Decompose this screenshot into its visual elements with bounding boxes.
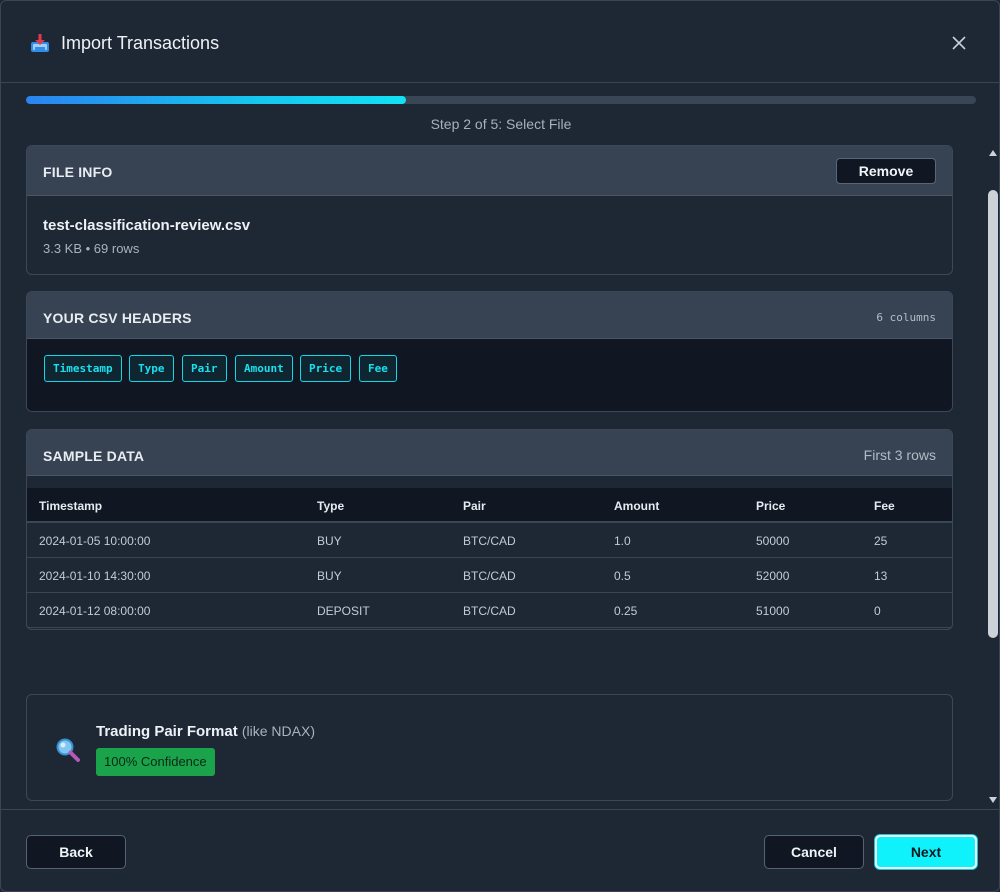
column-header: Amount <box>614 499 660 513</box>
back-button[interactable]: Back <box>26 835 126 869</box>
scroll-up-arrow-icon[interactable] <box>988 149 998 157</box>
column-header: Timestamp <box>39 499 103 513</box>
cancel-button[interactable]: Cancel <box>764 835 864 869</box>
table-cell: BTC/CAD <box>463 534 516 548</box>
step-label: Step 2 of 5: Select File <box>430 116 572 132</box>
remove-file-button[interactable]: Remove <box>836 158 936 184</box>
format-title: Trading Pair Format (like NDAX) <box>96 723 315 740</box>
table-cell: DEPOSIT <box>317 604 370 618</box>
table-cell: 0.25 <box>614 604 638 618</box>
next-button[interactable]: Next <box>875 835 977 869</box>
table-cell: 52000 <box>756 569 790 583</box>
header-chip: Type <box>129 355 174 382</box>
column-header: Type <box>317 499 345 513</box>
column-header: Fee <box>874 499 895 513</box>
header-chip: Price <box>300 355 352 382</box>
dialog-header: Import Transactions <box>1 1 999 83</box>
table-cell: 25 <box>874 534 888 548</box>
table-cell: 2024-01-12 08:00:00 <box>39 604 151 618</box>
column-header: Price <box>756 499 786 513</box>
table-row: 2024-01-10 14:30:00 BUY BTC/CAD 0.5 5200… <box>27 558 952 593</box>
format-detection-card: Trading Pair Format (like NDAX) 100% Con… <box>26 694 953 801</box>
dialog-title: Import Transactions <box>61 33 220 53</box>
sample-data-card: SAMPLE DATA First 3 rows Timestamp Type … <box>26 429 953 630</box>
csv-headers-header: YOUR CSV HEADERS 6 columns <box>27 292 952 339</box>
table-cell: 2024-01-05 10:00:00 <box>39 534 151 548</box>
import-dialog: Import Transactions Step 2 of 5: Select … <box>0 0 1000 892</box>
table-row: 2024-01-12 08:00:00 DEPOSIT BTC/CAD 0.25… <box>27 593 952 628</box>
header-chip: Timestamp <box>44 355 122 382</box>
scroll-down-arrow-icon[interactable] <box>988 796 998 804</box>
inbox-tray-icon <box>31 34 49 52</box>
csv-headers-card: YOUR CSV HEADERS 6 columns Timestamp Typ… <box>26 291 953 412</box>
table-cell: BTC/CAD <box>463 604 516 618</box>
header-chip: Amount <box>235 355 293 382</box>
file-info-heading: FILE INFO <box>43 164 113 180</box>
table-row: 2024-01-05 10:00:00 BUY BTC/CAD 1.0 5000… <box>27 523 952 558</box>
column-header: Pair <box>463 499 486 513</box>
table-cell: 51000 <box>756 604 790 618</box>
table-cell: 50000 <box>756 534 790 548</box>
format-name: Trading Pair Format <box>96 723 238 740</box>
sample-data-heading: SAMPLE DATA <box>43 448 145 464</box>
column-count: 6 columns <box>876 311 936 324</box>
close-icon[interactable] <box>948 32 970 54</box>
dialog-footer: Back Cancel Next <box>1 809 999 891</box>
scrollbar[interactable] <box>987 145 999 809</box>
sample-data-header: SAMPLE DATA First 3 rows <box>27 430 952 476</box>
table-cell: 0 <box>874 604 881 618</box>
file-info-header: FILE INFO Remove <box>27 146 952 196</box>
table-cell: 0.5 <box>614 569 631 583</box>
content-scroll-area[interactable]: FILE INFO Remove test-classification-rev… <box>1 145 999 809</box>
file-meta: 3.3 KB • 69 rows <box>43 241 140 256</box>
scrollbar-thumb[interactable] <box>988 190 998 638</box>
header-chip: Pair <box>182 355 227 382</box>
table-cell: 1.0 <box>614 534 631 548</box>
csv-headers-heading: YOUR CSV HEADERS <box>43 310 192 326</box>
table-cell: BUY <box>317 534 342 548</box>
format-hint: (like NDAX) <box>241 723 315 739</box>
table-header-row: Timestamp Type Pair Amount Price Fee <box>27 488 952 523</box>
magnifier-icon <box>56 738 80 762</box>
header-chips: Timestamp Type Pair Amount Price Fee <box>27 339 952 411</box>
progress-fill <box>26 96 406 104</box>
rows-hint: First 3 rows <box>863 447 936 463</box>
confidence-badge: 100% Confidence <box>96 748 215 776</box>
file-name: test-classification-review.csv <box>43 217 251 234</box>
progress-bar <box>26 96 976 104</box>
header-chip: Fee <box>359 355 397 382</box>
sample-table: Timestamp Type Pair Amount Price Fee 202… <box>27 488 952 628</box>
table-cell: 13 <box>874 569 888 583</box>
table-cell: BTC/CAD <box>463 569 516 583</box>
file-info-card: FILE INFO Remove test-classification-rev… <box>26 145 953 275</box>
table-cell: BUY <box>317 569 342 583</box>
table-cell: 2024-01-10 14:30:00 <box>39 569 151 583</box>
